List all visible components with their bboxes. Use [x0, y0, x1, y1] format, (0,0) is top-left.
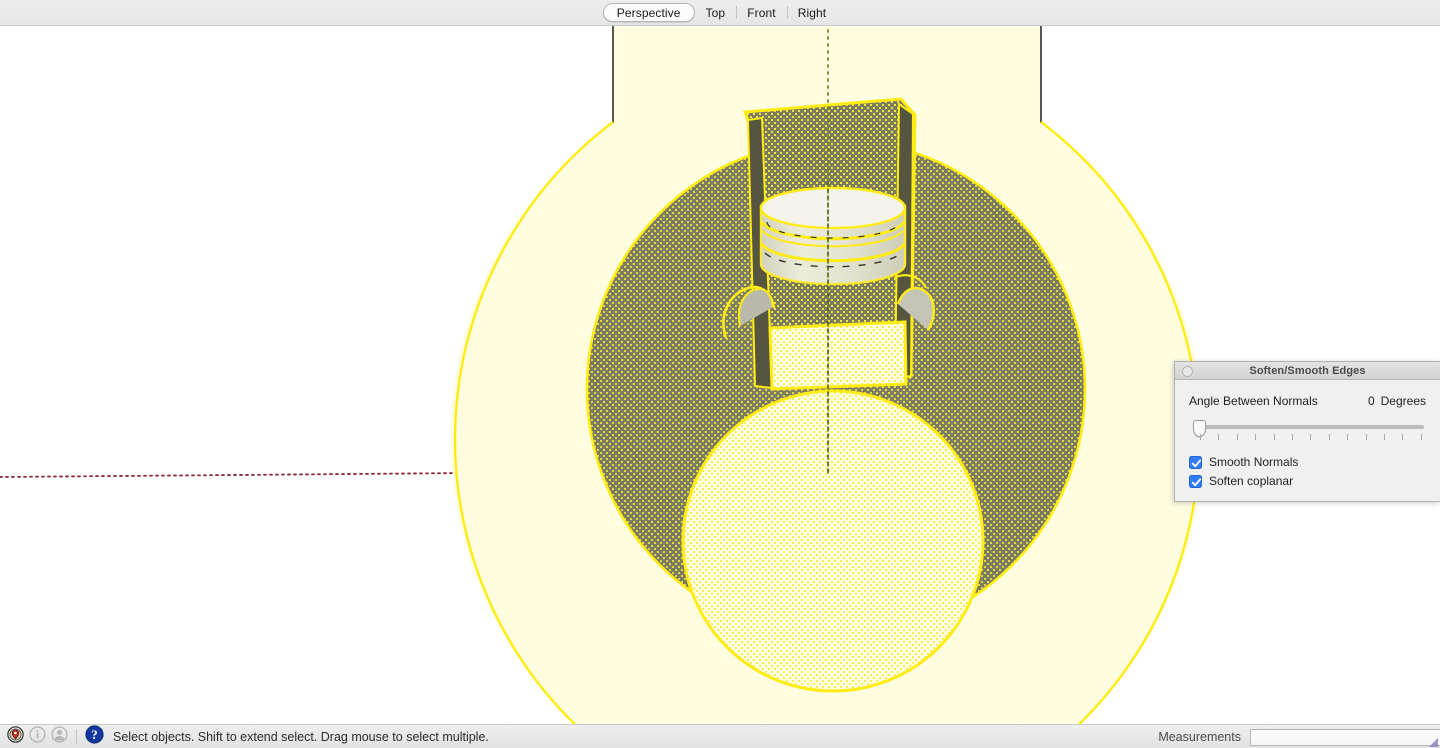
seat-face[interactable] [768, 320, 908, 391]
view-tab-toolbar: Perspective Top Front Right [0, 0, 1440, 26]
angle-slider[interactable] [1189, 419, 1426, 445]
check-icon [1191, 477, 1202, 486]
slider-tick [1420, 434, 1422, 440]
angle-label: Angle Between Normals [1189, 394, 1318, 408]
angle-slider-ticks [1200, 434, 1422, 441]
measurements-group: Measurements [1158, 725, 1440, 748]
tab-perspective[interactable]: Perspective [602, 3, 695, 22]
angle-unit-label: Degrees [1380, 394, 1426, 408]
tab-front-label: Front [747, 5, 776, 20]
soften-smooth-edges-dialog[interactable]: Soften/Smooth Edges Angle Between Normal… [1174, 361, 1440, 502]
status-divider [76, 729, 77, 744]
geo-location-icon[interactable] [7, 725, 24, 748]
dialog-title: Soften/Smooth Edges [1249, 364, 1366, 377]
soften-coplanar-label: Soften coplanar [1209, 474, 1294, 488]
tab-right-label: Right [797, 5, 827, 20]
status-message: Select objects. Shift to extend select. … [113, 729, 489, 744]
soften-coplanar-row[interactable]: Soften coplanar [1189, 472, 1426, 490]
slider-tick [1292, 434, 1294, 440]
sketchup-window: Perspective Top Front Right Soften/Smoot… [0, 0, 1440, 748]
slider-tick [1218, 434, 1220, 440]
resize-grip[interactable] [1427, 735, 1439, 747]
angle-slider-track[interactable] [1197, 425, 1424, 429]
slider-tick [1328, 434, 1330, 440]
dialog-titlebar[interactable]: Soften/Smooth Edges [1175, 362, 1440, 380]
dialog-body: Angle Between Normals 0 Degrees Smooth N… [1175, 380, 1440, 501]
tab-top-label: Top [705, 5, 726, 20]
slider-tick [1310, 434, 1312, 440]
slider-tick [1236, 434, 1238, 440]
measurements-input[interactable] [1250, 728, 1440, 746]
cylinder-stack[interactable] [759, 186, 907, 286]
slider-tick [1273, 434, 1275, 440]
close-icon[interactable] [1182, 366, 1193, 377]
view-tab-group: Perspective Top Front Right [602, 3, 838, 22]
tab-front[interactable]: Front [736, 3, 787, 22]
slider-tick [1255, 434, 1257, 440]
slider-tick [1402, 434, 1404, 440]
tab-right[interactable]: Right [786, 3, 838, 22]
axis-red-overlay [0, 472, 456, 478]
slider-tick [1347, 434, 1349, 440]
help-icon[interactable]: ? [85, 724, 104, 748]
smooth-normals-label: Smooth Normals [1209, 455, 1299, 469]
status-bar: ? Select objects. Shift to extend select… [0, 724, 1440, 748]
angle-between-normals-row: Angle Between Normals 0 Degrees [1189, 394, 1426, 408]
check-icon [1191, 458, 1202, 467]
tab-top[interactable]: Top [695, 3, 737, 22]
soften-coplanar-checkbox[interactable] [1189, 474, 1202, 488]
info-icon[interactable] [29, 725, 46, 748]
dome[interactable] [681, 389, 985, 693]
measurements-label: Measurements [1158, 730, 1241, 744]
tab-perspective-label: Perspective [616, 5, 681, 20]
smooth-normals-row[interactable]: Smooth Normals [1189, 453, 1426, 471]
smooth-normals-checkbox[interactable] [1189, 455, 1202, 469]
status-icon-group: ? [0, 724, 104, 748]
account-icon[interactable] [51, 725, 68, 748]
svg-text:?: ? [91, 727, 98, 742]
slider-tick [1384, 434, 1386, 440]
angle-value: 0 [1367, 394, 1375, 408]
slider-tick [1365, 434, 1367, 440]
slider-tick [1200, 434, 1201, 440]
